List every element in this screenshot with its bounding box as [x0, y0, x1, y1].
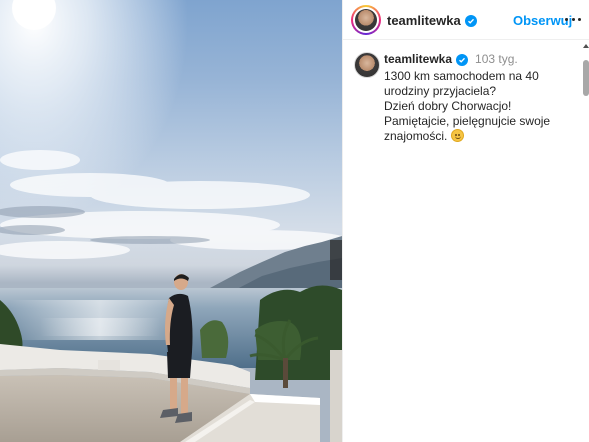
post-header: teamlitewka Obserwuj — [343, 0, 589, 40]
verified-badge-icon — [456, 53, 469, 66]
caption-line-3: Pamiętajcie, pielęgnujcie swoje znajomoś… — [384, 114, 576, 144]
scroll-up-icon[interactable] — [583, 44, 589, 48]
post-time[interactable]: 103 tyg. — [475, 52, 518, 67]
verified-badge-icon — [464, 14, 477, 27]
photo-scene — [0, 0, 342, 442]
post-photo[interactable] — [0, 0, 342, 442]
caption-line-2: Dzień dobry Chorwacjo! — [384, 99, 512, 113]
post-side-panel: teamlitewka Obserwuj teamlitewka 103 tyg… — [342, 0, 589, 442]
header-username-row[interactable]: teamlitewka — [387, 13, 477, 28]
caption-line-1: 1300 km samochodem na 40 urodziny przyja… — [384, 69, 539, 98]
post-caption: teamlitewka 103 tyg. 1300 km samochodem … — [384, 52, 576, 144]
smiling-face-icon — [450, 129, 464, 142]
avatar-photo — [355, 9, 377, 31]
caption-username[interactable]: teamlitewka — [384, 52, 452, 67]
header-avatar[interactable] — [351, 5, 381, 35]
more-horizontal-icon[interactable] — [565, 11, 581, 27]
caption-line-3-text: Pamiętajcie, pielęgnujcie swoje znajomoś… — [384, 114, 551, 143]
caption-scrollbar[interactable] — [582, 42, 589, 442]
follow-button[interactable]: Obserwuj — [513, 13, 572, 28]
caption-avatar[interactable] — [354, 52, 380, 78]
scroll-thumb[interactable] — [583, 60, 589, 96]
header-username[interactable]: teamlitewka — [387, 13, 461, 28]
caption-header: teamlitewka 103 tyg. — [384, 52, 576, 67]
